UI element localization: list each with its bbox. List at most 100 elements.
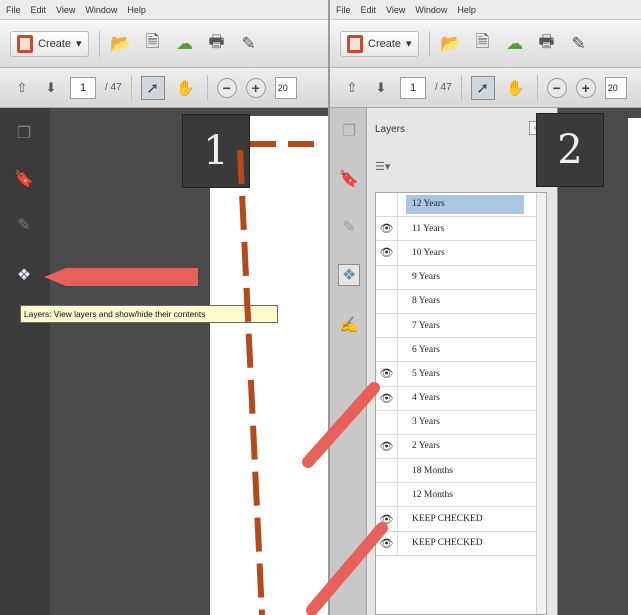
toolbar-divider [130,74,132,101]
create-label: Create [38,37,72,50]
save-icon[interactable]: 🗎 [142,32,164,55]
create-button[interactable]: Create ▾ [10,30,89,57]
menu-file[interactable]: File [336,5,351,15]
layer-row[interactable]: 👁 KEEP CHECKED [376,507,546,532]
layer-visibility-toggle[interactable]: 👁 [376,241,398,265]
menu-view[interactable]: View [386,5,405,15]
menu-window[interactable]: Window [85,5,117,15]
arrow-up-icon[interactable]: ⇧ [12,77,32,99]
layer-visibility-toggle[interactable]: 👁 [376,434,398,459]
layer-label: 11 Years [412,223,445,234]
signature-icon[interactable]: ✍ [338,314,360,336]
layer-visibility-toggle[interactable] [376,459,398,483]
save-icon[interactable]: 🗎 [472,32,494,55]
layers-icon[interactable]: ❖ [13,264,35,286]
page-count: / 47 [435,82,452,93]
hand-icon[interactable]: ✋ [504,76,528,100]
printer-icon[interactable]: 🖶 [536,32,558,55]
eye-icon: 👁 [379,537,394,550]
arrow-down-icon[interactable]: ⬇ [41,77,61,99]
zoom-in-icon[interactable]: + [575,77,596,98]
layer-row[interactable]: 9 Years [376,265,546,290]
layer-visibility-toggle[interactable] [376,410,398,434]
layer-visibility-toggle[interactable]: 👁 [376,507,398,531]
layer-label: 12 Years [406,195,524,215]
eye-icon: 👁 [379,440,394,453]
layer-row[interactable]: 👁 10 Years [376,241,546,266]
cloud-upload-icon[interactable]: ☁ [174,33,196,55]
layer-row[interactable]: 6 Years [376,338,546,363]
acrobat-window-1: File Edit View Window Help Create ▾ 📂 🗎 … [0,0,328,615]
edit-icon[interactable]: ✎ [238,33,260,55]
layers-icon[interactable]: ❖ [338,264,360,286]
layer-visibility-toggle[interactable]: 👁 [376,531,398,555]
layer-row[interactable]: 👁 2 Years [376,434,546,460]
arrow-down-icon[interactable]: ⬇ [371,77,391,99]
layer-visibility-toggle[interactable] [376,338,398,362]
layer-row[interactable]: 3 Years [376,410,546,435]
layer-visibility-toggle[interactable] [376,289,398,313]
step-number-label: 1 [183,115,249,187]
menu-edit[interactable]: Edit [361,5,377,15]
menu-help[interactable]: Help [127,5,146,15]
menu-edit[interactable]: Edit [31,5,47,15]
menu-window[interactable]: Window [415,5,447,15]
layer-visibility-toggle[interactable] [376,193,398,217]
layer-row[interactable]: 12 Years [376,193,546,218]
printer-icon[interactable]: 🖶 [206,32,228,55]
select-cursor-icon[interactable]: ➚ [470,75,495,100]
folder-icon[interactable]: 📂 [440,33,462,55]
select-cursor-icon[interactable]: ➚ [140,75,165,100]
layer-visibility-toggle[interactable]: 👁 [376,386,398,410]
layer-row[interactable]: 12 Months [376,483,546,508]
zoom-in-icon[interactable]: + [245,77,266,98]
layer-row[interactable]: 18 Months [376,459,546,484]
zoom-out-icon[interactable]: − [546,77,567,98]
page-number-input[interactable]: 1 [400,76,426,99]
eye-icon: 👁 [379,223,394,236]
page-number-input[interactable]: 1 [70,76,96,99]
page-thumbnails-icon[interactable]: ❐ [13,122,35,144]
step-number-label: 2 [537,114,603,186]
layer-visibility-toggle[interactable] [376,313,398,338]
layer-visibility-toggle[interactable]: 👁 [376,217,398,241]
chevron-down-icon: ▾ [76,38,82,50]
folder-icon[interactable]: 📂 [110,33,132,55]
zoom-level-field[interactable]: 20 [604,76,627,99]
paperclip-icon[interactable]: ✎ [338,216,360,238]
toolbar-divider [98,30,100,57]
menu-view[interactable]: View [56,5,75,15]
bookmark-icon[interactable]: 🔖 [13,168,35,190]
page-thumbnails-icon[interactable]: ❐ [338,120,360,142]
layer-list-scrollbar[interactable] [536,193,546,614]
paperclip-icon[interactable]: ✎ [13,214,35,236]
layer-row[interactable]: 👁 4 Years [376,386,546,411]
create-button[interactable]: Create ▾ [340,30,419,57]
layers-panel: Layers « ☰▾ 12 Years 👁 11 Years 👁 10 Years 9 … [367,108,558,615]
edit-icon[interactable]: ✎ [568,33,590,55]
layers-tooltip: Layers: View layers and show/hide their … [20,305,278,323]
menu-bar: File Edit View Window Help [330,0,641,20]
layer-visibility-toggle[interactable] [376,265,398,289]
menu-file[interactable]: File [6,5,21,15]
hand-icon[interactable]: ✋ [174,76,198,100]
arrow-up-icon[interactable]: ⇧ [342,77,362,99]
layer-visibility-toggle[interactable] [376,483,398,507]
layer-row[interactable]: 👁 5 Years [376,362,546,387]
navigation-pane-rail: ❐ 🔖 ✎ ❖ ✍ [330,108,367,615]
menu-help[interactable]: Help [457,5,476,15]
cloud-upload-icon[interactable]: ☁ [504,33,526,55]
page-navigation-bar: ⇧ ⬇ 1 / 47 ➚ ✋ − + 20 [330,68,641,108]
layer-visibility-toggle[interactable]: 👁 [376,362,398,386]
bookmark-icon[interactable]: 🔖 [338,168,360,190]
layer-row[interactable]: 👁 KEEP CHECKED [376,531,546,556]
layer-row[interactable]: 7 Years [376,313,546,339]
layer-row[interactable]: 8 Years [376,289,546,314]
layer-label: 4 Years [412,393,440,404]
navigation-pane-rail: ❐ 🔖 ✎ ❖ [0,108,50,615]
layers-options-menu[interactable]: ☰▾ [367,154,557,180]
create-pdf-icon [17,34,33,53]
zoom-out-icon[interactable]: − [216,77,237,98]
layer-row[interactable]: 👁 11 Years [376,217,546,242]
zoom-level-field[interactable]: 20 [274,76,297,99]
